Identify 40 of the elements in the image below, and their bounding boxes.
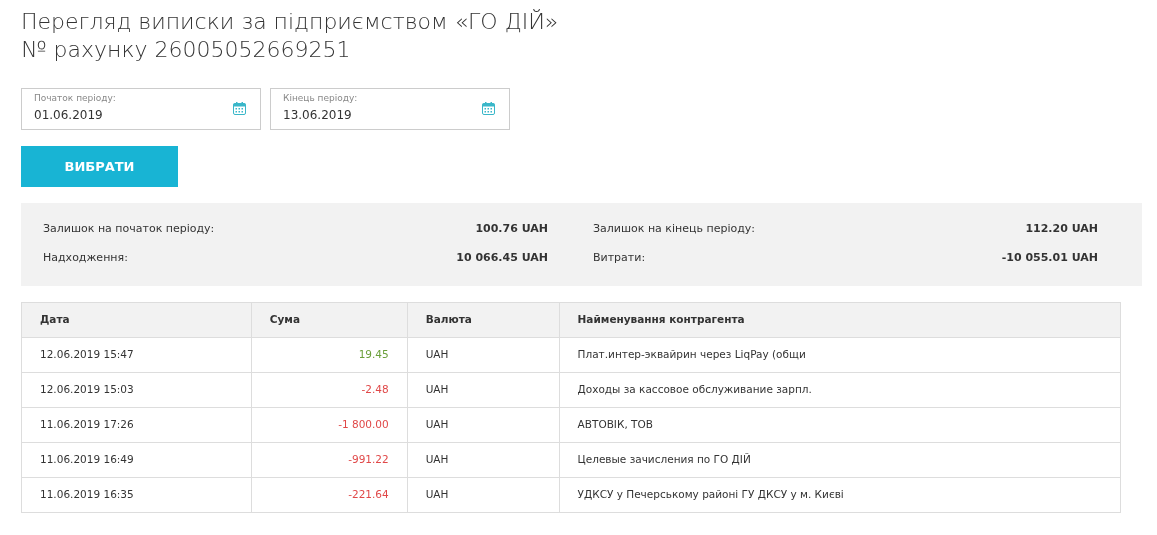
table-cell: АВТОВІК, ТОВ — [559, 407, 1121, 443]
table-cell: 11.06.2019 16:49 — [21, 442, 252, 478]
table-cell: Плат.интер-эквайрин через LiqPay (общи — [559, 337, 1121, 373]
table-cell: UAH — [407, 337, 560, 373]
table-cell: 11.06.2019 17:26 — [21, 407, 252, 443]
summary-label: Витрати: — [593, 249, 646, 266]
date-field[interactable]: Кінець періоду: 13.06.2019 — [270, 88, 510, 130]
table-cell: Целевые зачисления по ГО ДІЙ — [559, 442, 1121, 478]
table-cell: UAH — [407, 442, 560, 478]
column-header: Дата — [21, 302, 252, 338]
summary-value: 10 066.45 UAH — [456, 249, 548, 266]
column-header: Найменування контрагента — [559, 302, 1121, 338]
table-cell: 12.06.2019 15:03 — [21, 372, 252, 408]
summary-label: Залишок на кінець періоду: — [593, 221, 755, 237]
table-cell: УДКСУ у Печерському районі ГУ ДКСУ у м. Києві — [559, 477, 1121, 513]
table-cell: UAH — [407, 372, 560, 408]
calendar-icon[interactable] — [233, 102, 246, 115]
amount-cell: -1 800.00 — [251, 407, 408, 443]
column-header: Сума — [251, 302, 408, 338]
table-cell: UAH — [407, 407, 560, 443]
table-cell: 12.06.2019 15:47 — [21, 337, 252, 373]
table-cell: 11.06.2019 16:35 — [21, 477, 252, 513]
field-label: Кінець періоду: — [283, 92, 359, 105]
field-label: Початок періоду: — [34, 92, 117, 105]
calendar-icon[interactable] — [482, 102, 495, 115]
summary-value: -10 055.01 UAH — [1001, 249, 1098, 266]
summary-label: Надходження: — [43, 249, 128, 266]
column-header: Валюта — [407, 302, 560, 338]
table-cell: Доходы за кассовое обслуживание зарпл. — [559, 372, 1121, 408]
date-field[interactable]: Початок періоду: 01.06.2019 — [21, 88, 261, 130]
amount-cell: -2.48 — [251, 372, 408, 408]
amount-cell: 19.45 — [251, 337, 408, 373]
summary-label: Залишок на початок періоду: — [43, 221, 215, 237]
summary-value: 100.76 UAH — [475, 221, 548, 237]
amount-cell: -991.22 — [251, 442, 408, 478]
table-cell: UAH — [407, 477, 560, 513]
page-title: № рахунку 26005052669251 — [21, 36, 352, 64]
amount-cell: -221.64 — [251, 477, 408, 513]
summary-value: 112.20 UAH — [1025, 221, 1098, 237]
page-title: Перегляд виписки за підприємством «ГО ДІЙ» — [21, 8, 560, 36]
